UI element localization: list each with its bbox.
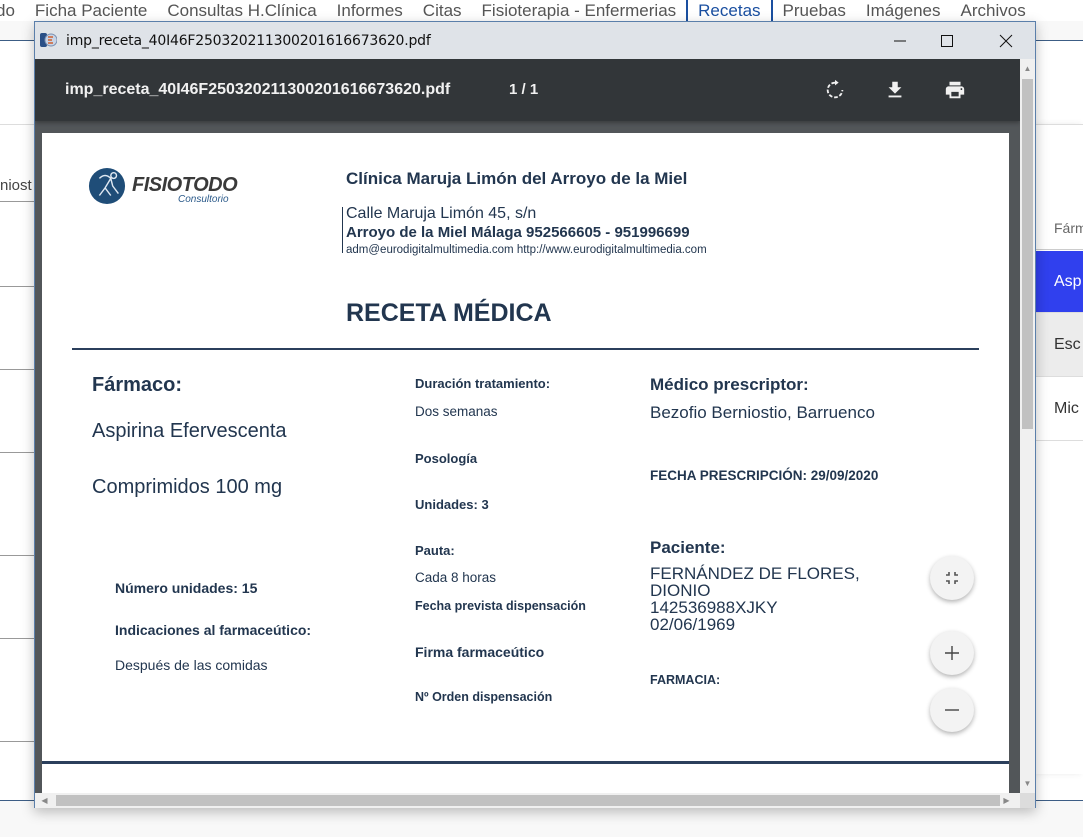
- paciente-name: DIONIO: [650, 581, 711, 600]
- paciente-surname: FERNÁNDEZ DE FLORES,: [650, 564, 860, 583]
- minimize-button[interactable]: [877, 22, 923, 59]
- nav-tab-archivos[interactable]: Archivos: [951, 0, 1036, 21]
- pdf-window: imp_receta_40I46F25032021130020161667362…: [34, 21, 1036, 808]
- nav-tab-consultas[interactable]: Consultas H.Clínica: [157, 0, 326, 21]
- download-icon: [888, 81, 902, 98]
- nav-tab-pruebas[interactable]: Pruebas: [773, 0, 856, 21]
- right-list-item[interactable]: Mic: [1035, 377, 1083, 441]
- nav-tab-citas[interactable]: Citas: [413, 0, 472, 21]
- minus-icon: [945, 709, 959, 711]
- pauta-label: Pauta:: [415, 543, 455, 558]
- firma-label: Firma farmaceútico: [415, 644, 545, 660]
- close-icon: [999, 34, 1013, 47]
- logo-figure-icon: [88, 167, 126, 205]
- document-title: RECETA MÉDICA: [346, 299, 552, 327]
- pauta-value: Cada 8 horas: [415, 570, 497, 585]
- nav-tab-fisioterapia[interactable]: Fisioterapia - Enfermerias: [472, 0, 687, 21]
- clinic-name: Clínica Maruja Limón del Arroyo de la Mi…: [346, 169, 688, 188]
- nav-tab-recetas[interactable]: Recetas: [686, 0, 773, 21]
- medico-name: Bezofio Berniostio, Barruenco: [650, 403, 875, 422]
- maximize-icon: [941, 34, 953, 47]
- divider: [72, 348, 979, 350]
- scroll-down-arrow-icon[interactable]: ▼: [1020, 776, 1035, 791]
- background-right-list: Fárm Asp Esc Mic: [1035, 124, 1083, 774]
- fecha-prevista-label: Fecha prevista dispensación: [415, 599, 586, 613]
- address-street: Calle Maruja Limón 45, s/n: [346, 205, 537, 222]
- farmacia-label: FARMACIA:: [650, 673, 721, 687]
- pdf-filename: imp_receta_40I46F25032021130020161667362…: [65, 81, 451, 98]
- farmaco-label: Fármaco:: [92, 374, 183, 396]
- address-bar: [342, 207, 343, 253]
- indicaciones-value: Después de las comidas: [115, 657, 268, 673]
- logo-subtitle: Consultorio: [178, 194, 229, 205]
- vertical-scroll-thumb[interactable]: [1022, 79, 1033, 429]
- scrollbar-corner: [1020, 793, 1035, 808]
- app-icon: [40, 33, 57, 47]
- posologia-label: Posología: [415, 451, 478, 466]
- scroll-left-arrow-icon[interactable]: ◀: [37, 793, 52, 808]
- pdf-page: FISIOTODO Consultorio Clínica Maruja Lim…: [42, 133, 1009, 793]
- print-button[interactable]: [941, 76, 969, 104]
- duracion-value: Dos semanas: [415, 404, 498, 419]
- fit-to-page-button[interactable]: [930, 556, 974, 600]
- close-button[interactable]: [983, 22, 1029, 59]
- maximize-button[interactable]: [924, 22, 970, 59]
- app-nav-tabs: do Ficha Paciente Consultas H.Clínica In…: [0, 0, 1083, 21]
- nav-tab-informes[interactable]: Informes: [327, 0, 413, 21]
- scroll-up-arrow-icon[interactable]: ▲: [1020, 61, 1035, 76]
- fecha-prescripcion: FECHA PRESCRIPCIÓN: 29/09/2020: [650, 468, 879, 483]
- rotate-button[interactable]: [821, 76, 849, 104]
- horizontal-scroll-thumb[interactable]: [56, 795, 1000, 806]
- orden-label: Nº Orden dispensación: [415, 690, 553, 704]
- window-titlebar[interactable]: imp_receta_40I46F25032021130020161667362…: [35, 22, 1035, 59]
- indicaciones-label: Indicaciones al farmaceútico:: [115, 622, 312, 638]
- horizontal-scrollbar[interactable]: ◀ ▶: [35, 793, 1020, 808]
- right-list-item[interactable]: Esc: [1035, 313, 1083, 377]
- farmaco-form: Comprimidos 100 mg: [92, 476, 283, 498]
- zoom-in-button[interactable]: [930, 631, 974, 675]
- paciente-id: 142536988XJKY: [650, 598, 778, 617]
- minimize-icon: [894, 40, 906, 41]
- zoom-out-button[interactable]: [930, 688, 974, 732]
- vertical-scrollbar[interactable]: ▲ ▼: [1020, 59, 1035, 793]
- print-icon: [945, 81, 965, 99]
- right-list-header: Fárm: [1035, 184, 1083, 250]
- paciente-dob: 02/06/1969: [650, 615, 736, 634]
- duracion-label: Duración tratamiento:: [415, 376, 551, 391]
- divider: [1035, 124, 1083, 125]
- page-indicator: 1 / 1: [509, 81, 539, 98]
- farmaco-name: Aspirina Efervescenta: [92, 420, 287, 442]
- address-contact: adm@eurodigitalmultimedia.com http://www…: [346, 244, 707, 256]
- divider: [42, 761, 1009, 764]
- fit-to-page-icon: [946, 572, 958, 584]
- address-city-phones: Arroyo de la Miel Málaga 952566605 - 951…: [346, 224, 690, 241]
- clinic-logo: FISIOTODO Consultorio: [88, 166, 238, 210]
- nav-tab-partial[interactable]: do: [0, 0, 25, 21]
- rotate-icon: [826, 79, 844, 99]
- download-button[interactable]: [881, 76, 909, 104]
- window-title: imp_receta_40I46F25032021130020161667362…: [66, 33, 431, 49]
- nav-tab-ficha-paciente[interactable]: Ficha Paciente: [25, 0, 157, 21]
- plus-icon: [945, 646, 959, 660]
- paciente-label: Paciente:: [650, 538, 726, 557]
- numero-unidades: Número unidades: 15: [115, 580, 258, 596]
- nav-tab-imagenes[interactable]: Imágenes: [856, 0, 951, 21]
- pdf-toolbar: imp_receta_40I46F25032021130020161667362…: [35, 59, 1020, 121]
- unidades: Unidades: 3: [415, 497, 489, 512]
- right-list-item-selected[interactable]: Asp: [1035, 251, 1083, 313]
- scroll-right-arrow-icon[interactable]: ▶: [999, 793, 1014, 808]
- pdf-viewer: imp_receta_40I46F25032021130020161667362…: [35, 59, 1020, 793]
- medico-label: Médico prescriptor:: [650, 375, 809, 394]
